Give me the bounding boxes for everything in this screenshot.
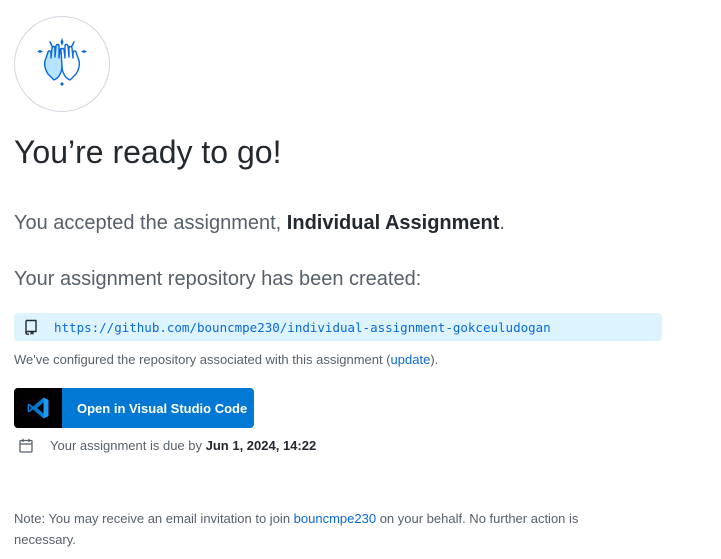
configured-message: We've configured the repository associat… (14, 352, 438, 367)
due-date-text: Your assignment is due by Jun 1, 2024, 1… (50, 438, 316, 453)
accepted-message: You accepted the assignment, Individual … (14, 212, 505, 235)
note-message: Note: You may receive an email invitatio… (14, 508, 604, 550)
accepted-suffix: . (499, 212, 505, 234)
accepted-prefix: You accepted the assignment, (14, 212, 287, 234)
page-title: You’re ready to go! (14, 134, 282, 170)
high-five-icon (37, 38, 87, 86)
vscode-icon (27, 397, 49, 419)
org-link[interactable]: bouncmpe230 (294, 511, 376, 526)
configured-suffix: ). (430, 352, 439, 367)
open-in-vscode-label: Open in Visual Studio Code (77, 400, 248, 416)
assignment-name: Individual Assignment (286, 212, 500, 234)
hero-avatar (14, 16, 110, 112)
due-date-row: Your assignment is due by Jun 1, 2024, 1… (18, 435, 316, 455)
repo-created-label: Your assignment repository has been crea… (14, 268, 422, 290)
update-link[interactable]: update (391, 352, 431, 367)
due-date: Jun 1, 2024, 14:22 (205, 437, 317, 453)
configured-prefix: We've configured the repository associat… (14, 352, 391, 367)
repo-icon (23, 319, 39, 335)
vscode-icon-box (14, 388, 62, 428)
due-prefix: Your assignment is due by (50, 437, 206, 453)
open-in-vscode-button[interactable]: Open in Visual Studio Code (14, 388, 254, 428)
calendar-icon (18, 437, 34, 453)
repo-url-box: https://github.com/bouncmpe230/individua… (14, 313, 662, 341)
repo-url-link[interactable]: https://github.com/bouncmpe230/individua… (54, 320, 551, 335)
note-prefix: Note: You may receive an email invitatio… (14, 511, 294, 526)
